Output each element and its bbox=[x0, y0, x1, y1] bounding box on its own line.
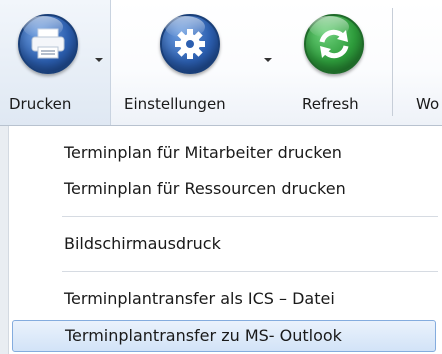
menu-icon-gutter bbox=[0, 126, 9, 354]
ribbon-separator bbox=[392, 8, 393, 116]
refresh-icon bbox=[299, 10, 369, 80]
menu-item-ics-transfer[interactable]: Terminplantransfer als ICS – Datei bbox=[12, 283, 436, 315]
drucken-button[interactable]: Drucken bbox=[0, 0, 111, 125]
wo-label: Wo bbox=[416, 95, 440, 113]
einstellungen-label: Einstellungen bbox=[124, 95, 226, 113]
menu-item-label: Terminplantransfer zu MS- Outlook bbox=[65, 326, 342, 345]
menu-item-terminplan-mitarbeiter[interactable]: Terminplan für Mitarbeiter drucken bbox=[12, 137, 436, 169]
menu-item-label: Terminplantransfer als ICS – Datei bbox=[64, 289, 335, 308]
menu-item-terminplan-ressourcen[interactable]: Terminplan für Ressourcen drucken bbox=[12, 173, 436, 205]
drucken-dropdown-menu: Terminplan für Mitarbeiter drucken Termi… bbox=[0, 125, 442, 354]
menu-separator bbox=[62, 216, 438, 217]
menu-item-label: Terminplan für Mitarbeiter drucken bbox=[64, 143, 342, 162]
gear-icon bbox=[155, 10, 225, 80]
printer-icon bbox=[13, 10, 83, 80]
menu-item-label: Terminplan für Ressourcen drucken bbox=[64, 179, 346, 198]
ribbon-toolbar: Drucken Einstellungen Refresh Wo bbox=[0, 0, 442, 125]
wo-button[interactable]: Wo bbox=[398, 0, 442, 125]
einstellungen-dropdown-arrow-icon[interactable] bbox=[264, 58, 272, 62]
drucken-label: Drucken bbox=[9, 95, 72, 113]
menu-item-label: Bildschirmausdruck bbox=[64, 234, 221, 253]
refresh-button[interactable]: Refresh bbox=[284, 0, 384, 125]
menu-item-outlook-transfer[interactable]: Terminplantransfer zu MS- Outlook bbox=[12, 320, 436, 352]
menu-item-bildschirmausdruck[interactable]: Bildschirmausdruck bbox=[12, 228, 436, 260]
refresh-label: Refresh bbox=[302, 95, 359, 113]
einstellungen-button[interactable]: Einstellungen bbox=[116, 0, 276, 125]
menu-separator bbox=[62, 271, 438, 272]
drucken-dropdown-arrow-icon[interactable] bbox=[95, 58, 103, 62]
